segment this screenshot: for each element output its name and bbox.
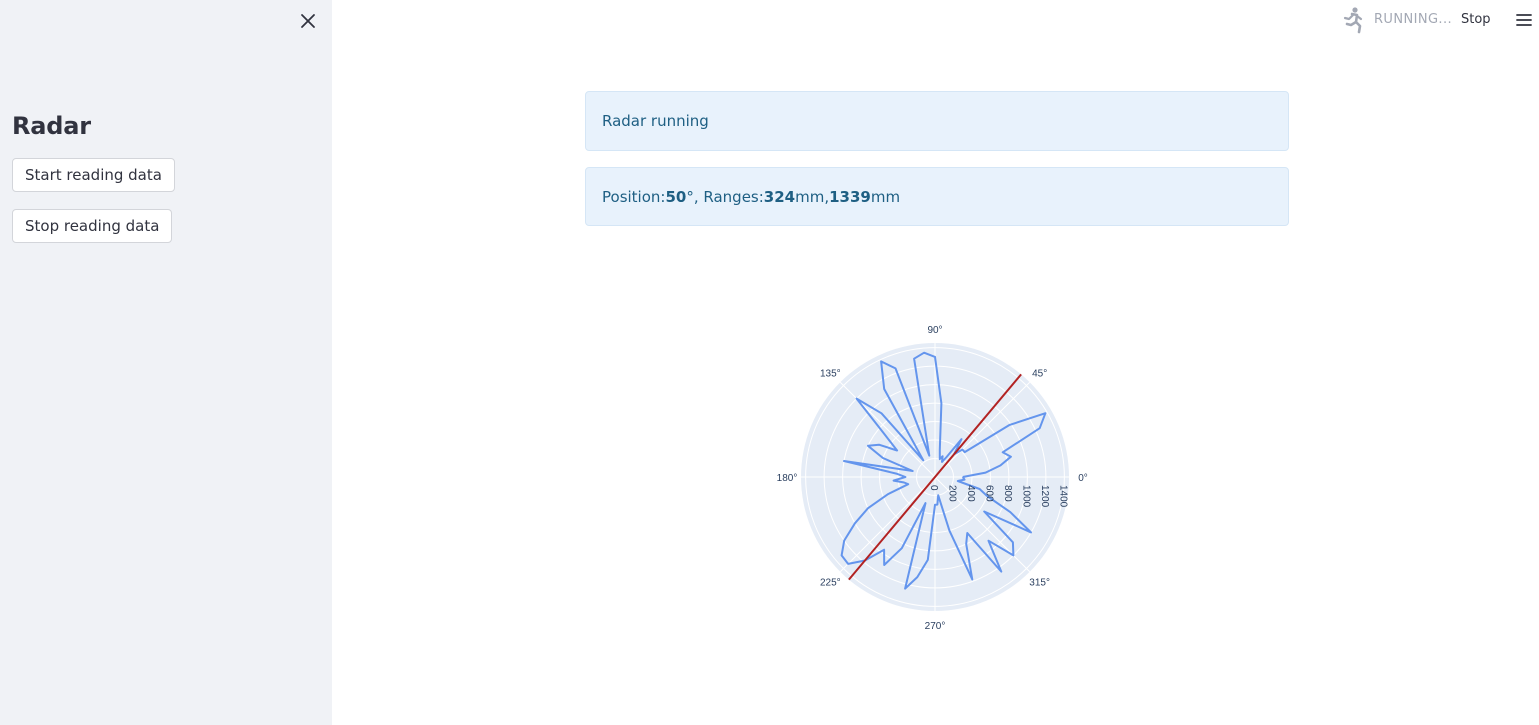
radial-tick-label: 1000 <box>1020 485 1031 508</box>
angular-tick-label: 315° <box>1029 578 1050 589</box>
status-alert: Radar running <box>585 91 1289 151</box>
angular-tick-label: 135° <box>820 368 841 379</box>
angular-tick-label: 0° <box>1078 473 1088 484</box>
running-man-icon <box>1343 7 1363 34</box>
radial-tick-label: 1400 <box>1057 485 1068 508</box>
status-message: Radar running <box>602 112 709 130</box>
radial-tick-label: 0 <box>928 485 939 491</box>
position-label: Position: <box>602 187 666 206</box>
ranges-label: , Ranges: <box>693 187 764 206</box>
angular-tick-label: 270° <box>925 621 946 632</box>
hamburger-menu-icon[interactable] <box>1515 12 1533 28</box>
radial-tick-label: 200 <box>947 485 958 502</box>
radial-tick-label: 800 <box>1002 485 1013 502</box>
angular-tick-label: 180° <box>777 473 798 484</box>
angular-tick-label: 225° <box>820 578 841 589</box>
range-1-unit: mm, <box>795 187 830 206</box>
radial-tick-label: 400 <box>965 485 976 502</box>
angular-tick-label: 45° <box>1032 368 1047 379</box>
radar-polar-chart: 0° 45° 90° 135° 180° 225° 270° 315° 0 200 400 600 80… <box>777 325 1088 632</box>
sidebar: Radar Start reading data Stop reading da… <box>0 0 332 725</box>
stop-button[interactable]: Stop <box>1461 12 1491 27</box>
start-reading-button[interactable]: Start reading data <box>12 158 175 192</box>
position-value: 50 <box>665 187 687 206</box>
radial-tick-label: 1200 <box>1039 485 1050 508</box>
sidebar-title: Radar <box>12 112 91 140</box>
radial-tick-label: 600 <box>983 485 994 502</box>
range-2-unit: mm <box>870 187 901 206</box>
position-unit: ° <box>686 187 694 206</box>
close-icon[interactable] <box>296 9 320 33</box>
position-alert: Position: 50 °, Ranges: 324 mm, 1339 mm <box>585 167 1289 226</box>
range-2-value: 1339 <box>829 187 871 206</box>
angular-tick-label: 90° <box>927 325 942 336</box>
range-1-value: 324 <box>763 187 796 206</box>
stop-reading-button[interactable]: Stop reading data <box>12 209 173 243</box>
running-status-text: RUNNING... <box>1374 12 1453 27</box>
